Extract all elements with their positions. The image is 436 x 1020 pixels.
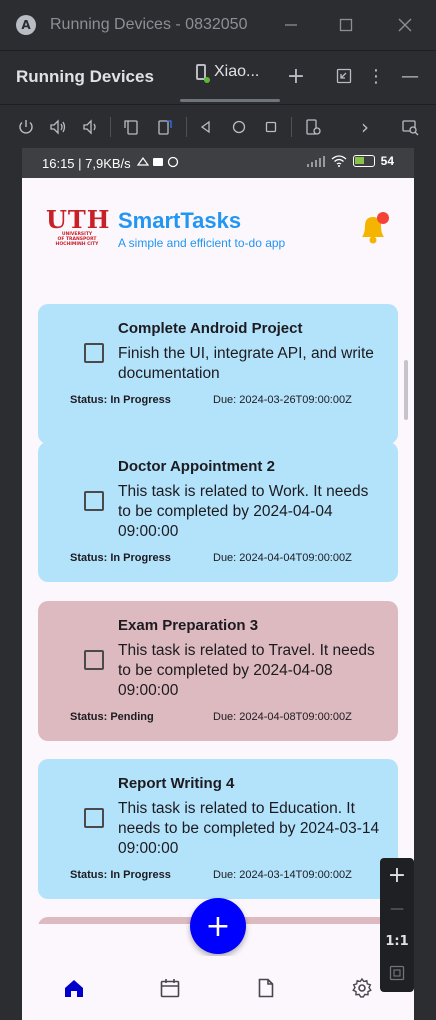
- task-checkbox[interactable]: [84, 343, 104, 363]
- document-icon[interactable]: [252, 974, 280, 1002]
- task-list[interactable]: Complete Android Project Finish the UI, i…: [38, 304, 398, 924]
- task-due-date: Due: 2024-04-04T09:00:00Z: [213, 552, 352, 564]
- toolbar-separator: [110, 117, 111, 137]
- snapshot-icon[interactable]: [301, 115, 325, 139]
- battery-level: 54: [380, 154, 394, 168]
- home-button-icon[interactable]: [227, 115, 251, 139]
- hide-tool-window-button[interactable]: —: [398, 64, 422, 88]
- task-checkbox[interactable]: [84, 491, 104, 511]
- task-title: Complete Android Project: [118, 320, 303, 337]
- task-status: Status: Pending: [70, 711, 154, 723]
- tool-window-title: Running Devices: [16, 66, 154, 86]
- notification-bell-icon[interactable]: [356, 210, 390, 246]
- battery-icon: [352, 155, 375, 167]
- zoom-actual-size-button[interactable]: 1:1: [380, 926, 414, 956]
- window-title-bar: A Running Devices - 0832050: [0, 0, 436, 50]
- task-title: Report Writing 4: [118, 775, 235, 792]
- android-studio-logo: A: [16, 15, 36, 35]
- more-icon[interactable]: ›: [353, 115, 377, 139]
- task-checkbox[interactable]: [84, 808, 104, 828]
- task-status: Status: In Progress: [70, 394, 171, 406]
- settings-icon[interactable]: [348, 974, 376, 1002]
- task-title: Doctor Appointment 2: [118, 458, 275, 475]
- task-due-date: Due: 2024-03-26T09:00:00Z: [213, 394, 352, 406]
- detach-icon[interactable]: [332, 64, 356, 88]
- rotate-left-icon[interactable]: [119, 115, 143, 139]
- inspect-icon[interactable]: [398, 115, 422, 139]
- task-status: Status: In Progress: [70, 869, 171, 881]
- power-icon[interactable]: [14, 115, 38, 139]
- app-subtitle: A simple and efficient to-do app: [118, 236, 286, 250]
- toolbar-separator: [186, 117, 187, 137]
- task-status: Status: In Progress: [70, 552, 171, 564]
- task-description: This task is related to Work. It needs t…: [118, 483, 369, 540]
- task-description: Finish the UI, integrate API, and write …: [118, 345, 374, 382]
- status-bar: 16:15 | 7,9KB/s 54: [22, 148, 414, 178]
- device-tab[interactable]: Xiao...: [196, 63, 260, 83]
- scrollbar-thumb[interactable]: [404, 360, 408, 420]
- task-card[interactable]: Report Writing 4 This task is related to …: [38, 759, 398, 899]
- app-title: SmartTasks: [118, 208, 242, 233]
- status-right: 54: [306, 154, 394, 168]
- task-card[interactable]: Doctor Appointment 2 This task is related…: [38, 442, 398, 582]
- volume-up-icon[interactable]: [46, 115, 70, 139]
- fit-screen-icon[interactable]: [380, 958, 414, 988]
- device-toolbar: ›: [0, 104, 436, 148]
- task-description: This task is related to Travel. It needs…: [118, 642, 375, 699]
- task-card[interactable]: Exam Preparation 3 This task is related t…: [38, 601, 398, 741]
- notification-icons: [136, 156, 183, 171]
- task-card[interactable]: Complete Android Project Finish the UI, i…: [38, 304, 398, 444]
- toolbar-separator: [291, 117, 292, 137]
- app-header: UTH UNIVERSITY OF TRANSPORT HOCHIMINH CI…: [22, 178, 414, 278]
- home-icon[interactable]: [60, 974, 88, 1002]
- uth-logo-sub-3: HOCHIMINH CITY: [55, 242, 99, 247]
- zoom-out-button[interactable]: —: [380, 894, 414, 924]
- uth-logo-text: UTH: [46, 205, 111, 234]
- task-checkbox[interactable]: [84, 650, 104, 670]
- close-icon[interactable]: [392, 12, 418, 38]
- active-tab-indicator: [180, 99, 280, 102]
- maximize-icon[interactable]: [333, 12, 359, 38]
- status-time-speed: 16:15 | 7,9KB/s: [42, 155, 131, 171]
- phone-icon: [196, 64, 210, 83]
- add-device-button[interactable]: +: [284, 64, 308, 89]
- add-task-button[interactable]: +: [190, 898, 246, 954]
- task-due-date: Due: 2024-04-08T09:00:00Z: [213, 711, 352, 723]
- device-tab-label: Xiao...: [214, 63, 260, 80]
- overview-icon[interactable]: [259, 115, 283, 139]
- minimize-icon[interactable]: [278, 12, 304, 38]
- task-due-date: Due: 2024-03-14T09:00:00Z: [213, 869, 352, 881]
- back-icon[interactable]: [194, 115, 218, 139]
- task-title: Exam Preparation 3: [118, 617, 259, 634]
- task-description: This task is related to Education. It ne…: [118, 800, 380, 857]
- zoom-controls: + — 1:1: [380, 858, 414, 992]
- running-devices-header: Running Devices Xiao... + ⋮ —: [0, 50, 436, 102]
- volume-down-icon[interactable]: [78, 115, 102, 139]
- bottom-navigation: [22, 956, 414, 1020]
- uth-logo: UTH UNIVERSITY OF TRANSPORT HOCHIMINH CI…: [46, 205, 111, 250]
- signal-icon: [306, 155, 325, 167]
- calendar-icon[interactable]: [156, 974, 184, 1002]
- device-screen[interactable]: 16:15 | 7,9KB/s 54 UTH UNIVERSITY OF TRA…: [22, 148, 414, 1020]
- options-menu-button[interactable]: ⋮: [364, 64, 388, 88]
- window-title: Running Devices - 0832050: [50, 16, 248, 33]
- rotate-right-icon[interactable]: [153, 115, 177, 139]
- zoom-in-button[interactable]: +: [380, 860, 414, 890]
- wifi-icon: [331, 155, 347, 167]
